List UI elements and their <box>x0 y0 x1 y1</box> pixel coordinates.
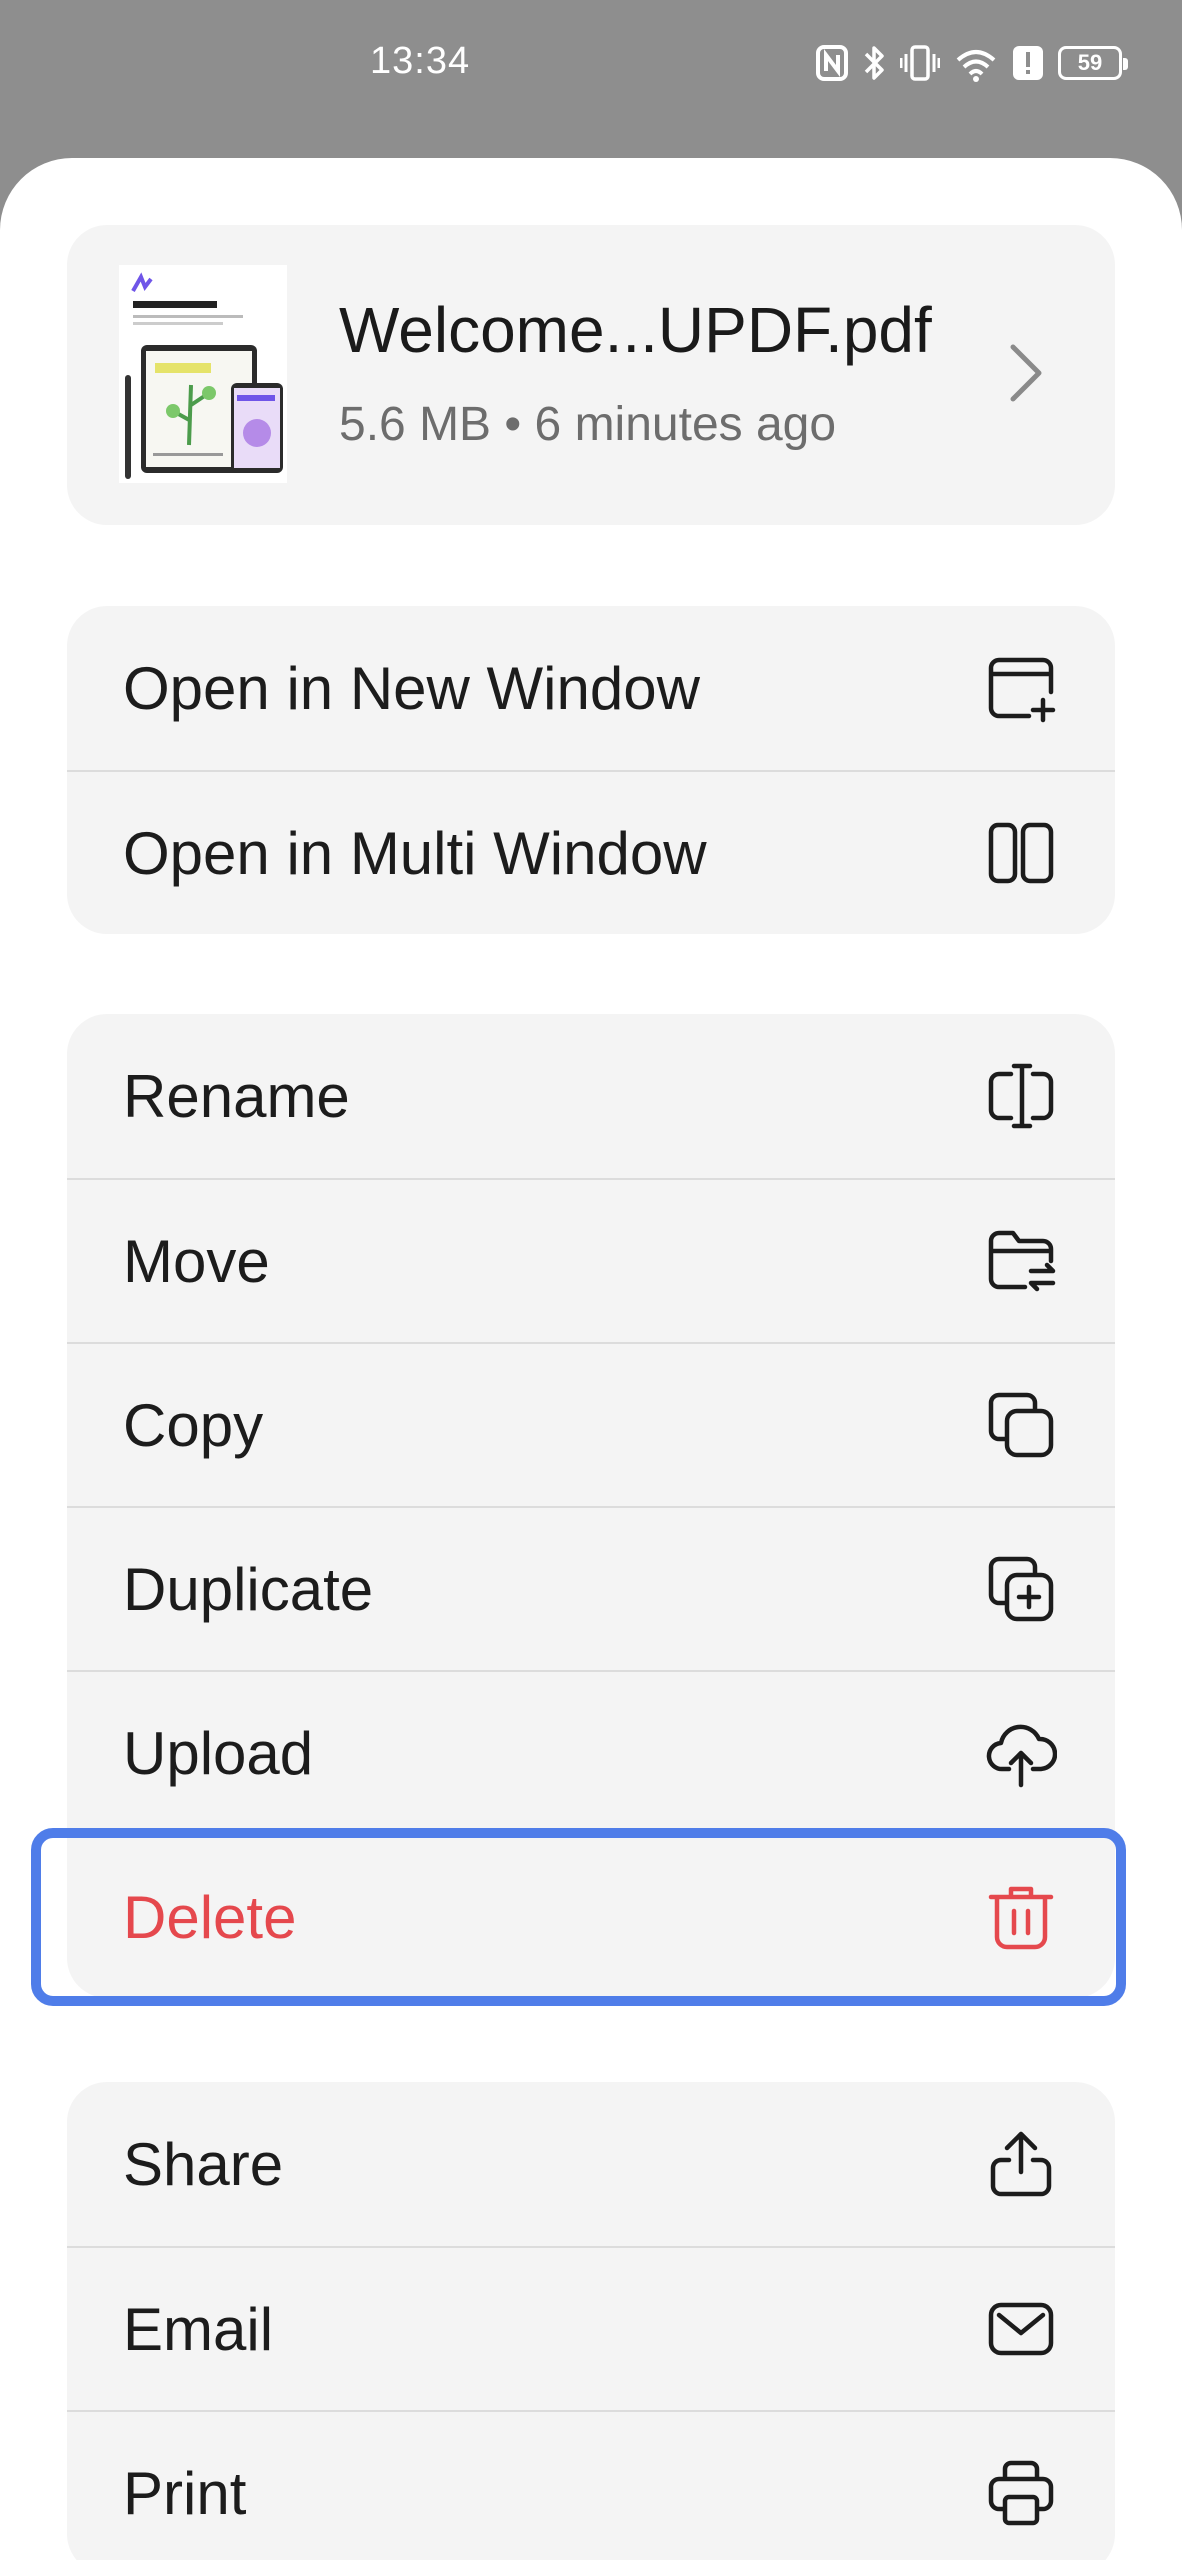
menu-item-copy[interactable]: Copy <box>67 1342 1115 1506</box>
menu-item-email[interactable]: Email <box>67 2246 1115 2410</box>
move-folder-icon <box>983 1223 1059 1299</box>
chevron-right-icon <box>1009 343 1043 408</box>
menu-item-rename[interactable]: Rename <box>67 1014 1115 1178</box>
menu-item-move[interactable]: Move <box>67 1178 1115 1342</box>
menu-item-label: Open in New Window <box>123 654 700 722</box>
menu-item-label: Open in Multi Window <box>123 819 707 887</box>
menu-item-duplicate[interactable]: Duplicate <box>67 1506 1115 1670</box>
menu-item-label: Copy <box>123 1391 264 1459</box>
menu-item-upload[interactable]: Upload <box>67 1670 1115 1834</box>
printer-icon <box>983 2455 1059 2531</box>
menu-item-label: Print <box>123 2459 247 2527</box>
menu-item-label: Move <box>123 1227 270 1295</box>
status-bar: 13:34 59 <box>0 0 1182 135</box>
nfc-icon <box>816 45 848 81</box>
rename-icon <box>983 1058 1059 1134</box>
file-name: Welcome...UPDF.pdf <box>339 294 932 366</box>
file-actions-group: Rename Move Copy Duplicate Upload Delete <box>67 1014 1115 1998</box>
multi-window-icon <box>983 815 1059 891</box>
email-icon <box>983 2291 1059 2367</box>
vibrate-icon <box>900 44 940 82</box>
file-thumbnail <box>119 265 287 483</box>
file-meta: 5.6 MB • 6 minutes ago <box>339 398 837 451</box>
battery-icon: 59 <box>1058 46 1128 80</box>
share-icon <box>983 2126 1059 2202</box>
menu-item-label: Share <box>123 2130 284 2198</box>
bluetooth-icon <box>862 44 886 82</box>
status-icons: 59 <box>816 44 1128 82</box>
share-options-group: Share Email Print <box>67 2082 1115 2560</box>
cloud-upload-icon <box>983 1715 1059 1791</box>
menu-item-open-new-window[interactable]: Open in New Window <box>67 606 1115 770</box>
file-info-card[interactable]: Welcome...UPDF.pdf 5.6 MB • 6 minutes ag… <box>67 225 1115 525</box>
menu-item-delete[interactable]: Delete <box>67 1834 1115 1998</box>
wifi-icon <box>954 44 998 82</box>
menu-item-label: Email <box>123 2295 274 2363</box>
window-options-group: Open in New Window Open in Multi Window <box>67 606 1115 934</box>
menu-item-label: Delete <box>123 1883 297 1951</box>
menu-item-print[interactable]: Print <box>67 2410 1115 2560</box>
menu-item-label: Duplicate <box>123 1555 374 1623</box>
trash-icon <box>983 1879 1059 1955</box>
status-time: 13:34 <box>370 40 471 82</box>
menu-item-open-multi-window[interactable]: Open in Multi Window <box>67 770 1115 934</box>
menu-item-label: Rename <box>123 1062 350 1130</box>
new-window-icon <box>983 650 1059 726</box>
menu-item-label: Upload <box>123 1719 314 1787</box>
copy-icon <box>983 1387 1059 1463</box>
duplicate-icon <box>983 1551 1059 1627</box>
alert-icon <box>1012 45 1044 81</box>
action-sheet: Welcome...UPDF.pdf 5.6 MB • 6 minutes ag… <box>0 158 1182 2560</box>
menu-item-share[interactable]: Share <box>67 2082 1115 2246</box>
